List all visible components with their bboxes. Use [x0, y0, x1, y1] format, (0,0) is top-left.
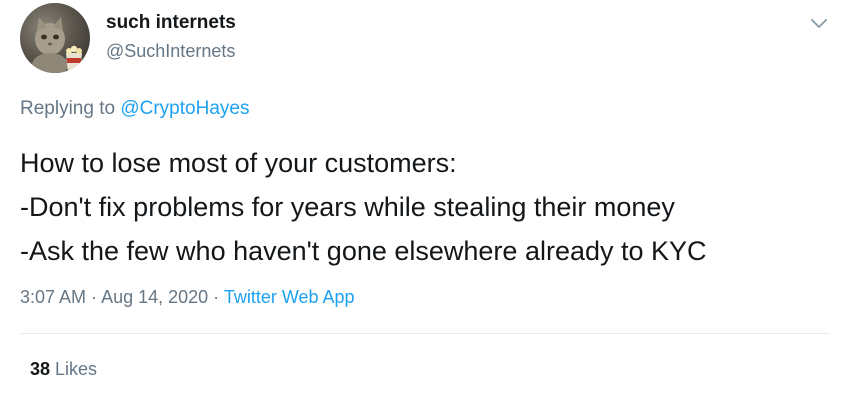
tweet-menu-button[interactable]: [808, 12, 830, 34]
author-display-name[interactable]: such internets: [106, 12, 236, 34]
reply-mention-link[interactable]: @CryptoHayes: [120, 98, 249, 119]
tweet-text-line: How to lose most of your customers:: [20, 148, 457, 178]
tweet-text-line: -Ask the few who haven't gone elsewhere …: [20, 236, 707, 266]
meta-separator: ·: [86, 287, 102, 307]
likes-count: 38: [30, 359, 51, 379]
tweet-date[interactable]: Aug 14, 2020: [101, 287, 208, 307]
tweet-time[interactable]: 3:07 AM: [20, 287, 86, 307]
author-avatar[interactable]: [20, 3, 90, 73]
replying-to: Replying to @CryptoHayes: [20, 98, 249, 120]
meta-separator: ·: [208, 287, 224, 307]
chevron-down-icon: [811, 19, 827, 28]
tweet-text-line: -Don't fix problems for years while stea…: [20, 192, 675, 222]
cat-avatar-icon: [32, 17, 82, 73]
tweet-source-link[interactable]: Twitter Web App: [224, 287, 355, 307]
author-handle[interactable]: @SuchInternets: [106, 41, 235, 62]
divider: [20, 333, 830, 334]
tweet-card: such internets @SuchInternets Replying t…: [0, 0, 850, 402]
likes-stat[interactable]: 38 Likes: [30, 359, 97, 380]
replying-to-label: Replying to: [20, 98, 121, 119]
likes-label: Likes: [50, 359, 98, 379]
tweet-meta: 3:07 AM · Aug 14, 2020 · Twitter Web App: [20, 287, 355, 308]
tweet-text: How to lose most of your customers: -Don…: [20, 141, 707, 273]
